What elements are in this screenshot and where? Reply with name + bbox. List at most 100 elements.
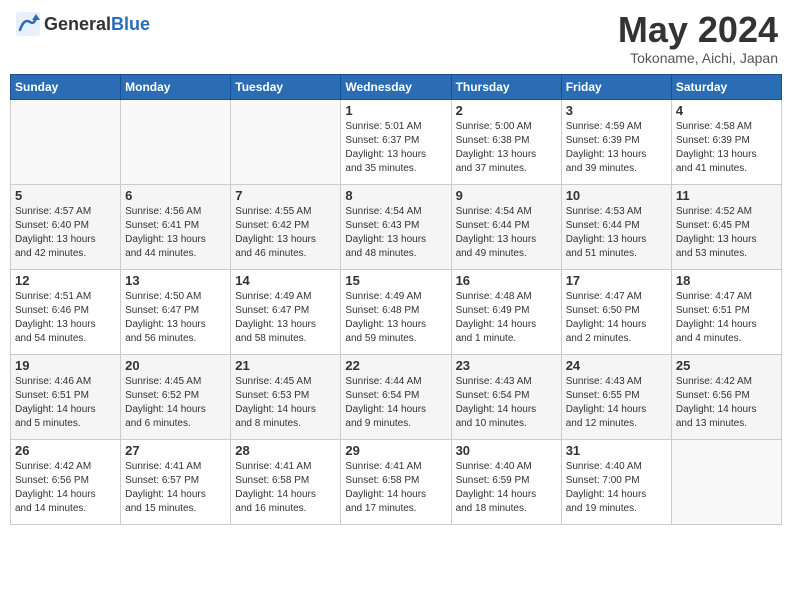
day-info: Sunrise: 4:40 AMSunset: 6:59 PMDaylight:…: [456, 460, 557, 516]
calendar-cell: 28 Sunrise: 4:41 AMSunset: 6:58 PMDayligh…: [231, 439, 341, 524]
weekday-header-wednesday: Wednesday: [341, 74, 451, 99]
day-number: 23: [456, 358, 557, 373]
calendar-cell: 7Sunrise: 4:55 AMSunset: 6:42 PMDaylight…: [231, 184, 341, 269]
day-number: 10: [566, 188, 667, 203]
calendar-cell: 13 Sunrise: 4:50 AMSunset: 6:47 PMDayligh…: [121, 269, 231, 354]
day-info: Sunrise: 4:55 AMSunset: 6:42 PMDaylight:…: [235, 205, 336, 261]
day-number: 5: [15, 188, 116, 203]
weekday-header-saturday: Saturday: [671, 74, 781, 99]
calendar-cell: 18 Sunrise: 4:47 AMSunset: 6:51 PMDayligh…: [671, 269, 781, 354]
calendar-cell: 29 Sunrise: 4:41 AMSunset: 6:58 PMDayligh…: [341, 439, 451, 524]
day-info: Sunrise: 4:49 AMSunset: 6:48 PMDaylight:…: [345, 290, 446, 346]
day-number: 21: [235, 358, 336, 373]
day-info: Sunrise: 4:50 AMSunset: 6:47 PMDaylight:…: [125, 290, 226, 346]
day-info: Sunrise: 4:46 AMSunset: 6:51 PMDaylight:…: [15, 375, 116, 431]
day-number: 1: [345, 103, 446, 118]
day-info: Sunrise: 5:01 AMSunset: 6:37 PMDaylight:…: [345, 120, 446, 176]
day-number: 28: [235, 443, 336, 458]
calendar-cell: 27 Sunrise: 4:41 AMSunset: 6:57 PMDayligh…: [121, 439, 231, 524]
calendar-cell: 12Sunrise: 4:51 AMSunset: 6:46 PMDayligh…: [11, 269, 121, 354]
calendar-cell: 30 Sunrise: 4:40 AMSunset: 6:59 PMDayligh…: [451, 439, 561, 524]
day-info: Sunrise: 4:53 AMSunset: 6:44 PMDaylight:…: [566, 205, 667, 261]
day-info: Sunrise: 4:41 AMSunset: 6:57 PMDaylight:…: [125, 460, 226, 516]
calendar-cell: 22 Sunrise: 4:44 AMSunset: 6:54 PMDayligh…: [341, 354, 451, 439]
day-number: 13: [125, 273, 226, 288]
calendar-cell: 21 Sunrise: 4:45 AMSunset: 6:53 PMDayligh…: [231, 354, 341, 439]
calendar-week-2: 5 Sunrise: 4:57 AMSunset: 6:40 PMDaylight…: [11, 184, 782, 269]
day-info: Sunrise: 4:41 AMSunset: 6:58 PMDaylight:…: [345, 460, 446, 516]
calendar-cell: [11, 99, 121, 184]
calendar-cell: 8 Sunrise: 4:54 AMSunset: 6:43 PMDaylight…: [341, 184, 451, 269]
calendar-table: SundayMondayTuesdayWednesdayThursdayFrid…: [10, 74, 782, 525]
day-info: Sunrise: 4:43 AMSunset: 6:54 PMDaylight:…: [456, 375, 557, 431]
day-info: Sunrise: 4:54 AMSunset: 6:44 PMDaylight:…: [456, 205, 557, 261]
calendar-cell: [671, 439, 781, 524]
day-number: 27: [125, 443, 226, 458]
day-number: 22: [345, 358, 446, 373]
day-info: Sunrise: 4:47 AMSunset: 6:51 PMDaylight:…: [676, 290, 777, 346]
day-info: Sunrise: 4:51 AMSunset: 6:46 PMDaylight:…: [15, 290, 116, 346]
day-number: 6: [125, 188, 226, 203]
calendar-week-4: 19 Sunrise: 4:46 AMSunset: 6:51 PMDayligh…: [11, 354, 782, 439]
calendar-cell: 14 Sunrise: 4:49 AMSunset: 6:47 PMDayligh…: [231, 269, 341, 354]
day-number: 29: [345, 443, 446, 458]
day-number: 16: [456, 273, 557, 288]
calendar-cell: 17Sunrise: 4:47 AMSunset: 6:50 PMDayligh…: [561, 269, 671, 354]
day-info: Sunrise: 4:43 AMSunset: 6:55 PMDaylight:…: [566, 375, 667, 431]
weekday-header-monday: Monday: [121, 74, 231, 99]
day-number: 9: [456, 188, 557, 203]
day-number: 15: [345, 273, 446, 288]
day-info: Sunrise: 4:44 AMSunset: 6:54 PMDaylight:…: [345, 375, 446, 431]
logo-icon: [14, 10, 42, 38]
day-number: 14: [235, 273, 336, 288]
calendar-cell: 26 Sunrise: 4:42 AMSunset: 6:56 PMDayligh…: [11, 439, 121, 524]
day-info: Sunrise: 4:48 AMSunset: 6:49 PMDaylight:…: [456, 290, 557, 346]
day-info: Sunrise: 4:57 AMSunset: 6:40 PMDaylight:…: [15, 205, 116, 261]
calendar-cell: 9 Sunrise: 4:54 AMSunset: 6:44 PMDaylight…: [451, 184, 561, 269]
weekday-header-row: SundayMondayTuesdayWednesdayThursdayFrid…: [11, 74, 782, 99]
calendar-cell: [121, 99, 231, 184]
weekday-header-thursday: Thursday: [451, 74, 561, 99]
title-block: May 2024 Tokoname, Aichi, Japan: [618, 10, 778, 66]
day-info: Sunrise: 4:59 AMSunset: 6:39 PMDaylight:…: [566, 120, 667, 176]
calendar-cell: 19 Sunrise: 4:46 AMSunset: 6:51 PMDayligh…: [11, 354, 121, 439]
day-number: 2: [456, 103, 557, 118]
calendar-cell: 3Sunrise: 4:59 AMSunset: 6:39 PMDaylight…: [561, 99, 671, 184]
month-title: May 2024: [618, 10, 778, 50]
calendar-cell: 31Sunrise: 4:40 AMSunset: 7:00 PMDayligh…: [561, 439, 671, 524]
day-info: Sunrise: 4:52 AMSunset: 6:45 PMDaylight:…: [676, 205, 777, 261]
logo-text-general: General: [44, 14, 111, 34]
calendar-cell: 25Sunrise: 4:42 AMSunset: 6:56 PMDayligh…: [671, 354, 781, 439]
day-info: Sunrise: 4:40 AMSunset: 7:00 PMDaylight:…: [566, 460, 667, 516]
calendar-cell: 2 Sunrise: 5:00 AMSunset: 6:38 PMDaylight…: [451, 99, 561, 184]
day-number: 25: [676, 358, 777, 373]
day-info: Sunrise: 4:42 AMSunset: 6:56 PMDaylight:…: [15, 460, 116, 516]
calendar-cell: 20 Sunrise: 4:45 AMSunset: 6:52 PMDayligh…: [121, 354, 231, 439]
day-info: Sunrise: 4:54 AMSunset: 6:43 PMDaylight:…: [345, 205, 446, 261]
calendar-week-1: 1 Sunrise: 5:01 AMSunset: 6:37 PMDaylight…: [11, 99, 782, 184]
calendar-cell: 5 Sunrise: 4:57 AMSunset: 6:40 PMDaylight…: [11, 184, 121, 269]
day-info: Sunrise: 4:45 AMSunset: 6:53 PMDaylight:…: [235, 375, 336, 431]
day-number: 20: [125, 358, 226, 373]
day-number: 18: [676, 273, 777, 288]
day-info: Sunrise: 4:41 AMSunset: 6:58 PMDaylight:…: [235, 460, 336, 516]
day-number: 8: [345, 188, 446, 203]
day-number: 11: [676, 188, 777, 203]
calendar-week-5: 26 Sunrise: 4:42 AMSunset: 6:56 PMDayligh…: [11, 439, 782, 524]
calendar-cell: 6Sunrise: 4:56 AMSunset: 6:41 PMDaylight…: [121, 184, 231, 269]
day-number: 30: [456, 443, 557, 458]
weekday-header-tuesday: Tuesday: [231, 74, 341, 99]
calendar-cell: 4Sunrise: 4:58 AMSunset: 6:39 PMDaylight…: [671, 99, 781, 184]
weekday-header-friday: Friday: [561, 74, 671, 99]
day-number: 26: [15, 443, 116, 458]
day-number: 24: [566, 358, 667, 373]
calendar-cell: 16 Sunrise: 4:48 AMSunset: 6:49 PMDayligh…: [451, 269, 561, 354]
calendar-cell: 1 Sunrise: 5:01 AMSunset: 6:37 PMDaylight…: [341, 99, 451, 184]
calendar-cell: 10 Sunrise: 4:53 AMSunset: 6:44 PMDayligh…: [561, 184, 671, 269]
day-info: Sunrise: 4:49 AMSunset: 6:47 PMDaylight:…: [235, 290, 336, 346]
day-info: Sunrise: 4:45 AMSunset: 6:52 PMDaylight:…: [125, 375, 226, 431]
day-number: 19: [15, 358, 116, 373]
day-info: Sunrise: 4:47 AMSunset: 6:50 PMDaylight:…: [566, 290, 667, 346]
calendar-cell: [231, 99, 341, 184]
day-info: Sunrise: 5:00 AMSunset: 6:38 PMDaylight:…: [456, 120, 557, 176]
